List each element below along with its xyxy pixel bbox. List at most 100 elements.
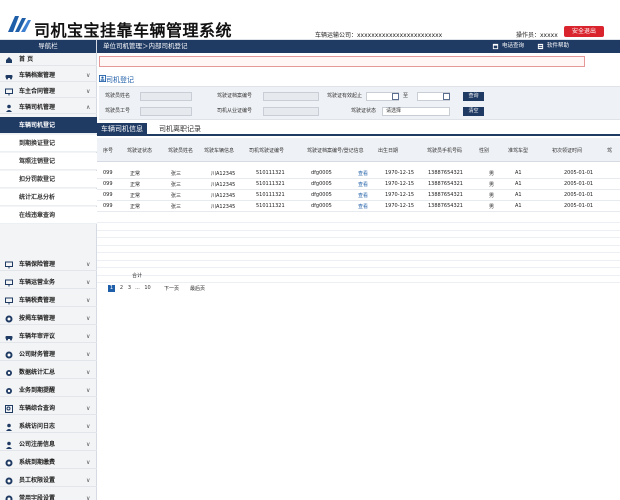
driver-name-input[interactable] bbox=[140, 92, 192, 101]
view-link[interactable]: 查看 bbox=[358, 192, 368, 199]
sidebar-item[interactable]: 车辆档案管理 ∨ bbox=[0, 69, 97, 82]
table-cell: dfg0005 bbox=[311, 192, 332, 198]
circle-icon bbox=[5, 315, 13, 323]
sidebar-item[interactable]: 首 页 bbox=[0, 53, 97, 66]
calendar-icon[interactable] bbox=[443, 93, 450, 100]
sidebar-item[interactable]: 公司注册信息 ∨ bbox=[0, 438, 97, 451]
table-row[interactable]: 099 正常 张三 川A12345 510111321 dfg0005 查看 1970-12-… bbox=[97, 168, 620, 179]
sidebar-item[interactable]: 车辆保险管理 ∨ bbox=[0, 258, 97, 271]
license-no-input[interactable] bbox=[263, 92, 319, 101]
chevron-icon: ∨ bbox=[86, 477, 91, 484]
sidebar-item-label: 数据统计汇总 bbox=[19, 369, 56, 376]
sidebar-subitem[interactable]: 驾照注销登记 bbox=[0, 153, 97, 170]
last-page-link[interactable]: 最后页 bbox=[190, 285, 205, 293]
table-cell: 13887654321 bbox=[428, 203, 463, 209]
tab-driver-info[interactable]: 车辆司机信息 bbox=[97, 123, 147, 136]
table-cell: dfg0005 bbox=[311, 170, 332, 176]
page-number[interactable]: 2 bbox=[118, 285, 125, 292]
table-cell: A1 bbox=[515, 203, 522, 209]
tab-resignation-records[interactable]: 司机离职记录 bbox=[155, 123, 205, 136]
column-header[interactable]: 驾驶员手机号码 bbox=[427, 147, 462, 154]
app-header: 司机宝宝挂靠车辆管理系统 车辆运输公司：xxxxxxxxxxxxxxxxxxxx… bbox=[0, 0, 620, 40]
sidebar-item[interactable]: 数据统计汇总 ∨ bbox=[0, 366, 97, 379]
clear-button[interactable]: 清空 bbox=[463, 107, 484, 116]
table-cell: 男 bbox=[489, 204, 495, 210]
circle-icon bbox=[5, 495, 13, 500]
sidebar-item[interactable]: 车辆税费管理 ∨ bbox=[0, 294, 97, 307]
table-cell: 川A12345 bbox=[211, 204, 236, 210]
sidebar-subitem[interactable]: 扣分罚款登记 bbox=[0, 171, 97, 188]
page-number[interactable]: 1 bbox=[108, 285, 115, 292]
sidebar-item[interactable]: 公司财务管理 ∨ bbox=[0, 348, 97, 361]
sidebar-subitem[interactable]: 在线违章查询 bbox=[0, 207, 97, 224]
chevron-icon: ∨ bbox=[86, 369, 91, 376]
column-header[interactable]: 司机驾驶证编号 bbox=[249, 147, 284, 154]
view-link[interactable]: 查看 bbox=[358, 181, 368, 188]
column-header[interactable]: 初次领证时间 bbox=[552, 147, 582, 154]
person-icon bbox=[6, 441, 12, 449]
table-row[interactable]: 099 正常 张三 川A12345 510111321 dfg0005 查看 1970-12-… bbox=[97, 201, 620, 212]
chevron-icon: ∨ bbox=[86, 333, 91, 340]
table-cell: 正常 bbox=[130, 193, 141, 199]
help-button[interactable]: 软件帮助 bbox=[547, 40, 569, 53]
column-header[interactable]: 驾驶证档案编号/登记信息 bbox=[307, 147, 364, 154]
column-header[interactable]: 序号 bbox=[103, 147, 113, 154]
column-header[interactable]: 驾驶车辆信息 bbox=[204, 147, 234, 154]
sidebar: 导航栏 首 页车辆档案管理 ∨ 车主合同管理 ∨ 车辆司机管理 ∧ 车辆司机登记 到期换证登… bbox=[0, 40, 97, 500]
sidebar-item-label: 系统到期缴费 bbox=[19, 459, 56, 466]
chevron-icon: ∨ bbox=[86, 423, 91, 430]
chevron-icon: ∨ bbox=[86, 387, 91, 394]
license-status-select[interactable]: 请选择 bbox=[382, 107, 450, 116]
next-page-link[interactable]: 下一页 bbox=[164, 285, 179, 293]
table-cell: 510111321 bbox=[256, 181, 285, 187]
sidebar-item-label: 首 页 bbox=[19, 56, 34, 63]
sidebar-item[interactable]: 车辆综合查询 ∨ bbox=[0, 402, 97, 415]
view-link[interactable]: 查看 bbox=[358, 203, 368, 210]
date-separator: 至 bbox=[403, 93, 409, 99]
table-row[interactable]: 099 正常 张三 川A12345 510111321 dfg0005 查看 1970-12-… bbox=[97, 190, 620, 201]
search-icon bbox=[5, 405, 13, 413]
view-link[interactable]: 查看 bbox=[358, 170, 368, 177]
sidebar-subitem[interactable]: 车辆司机登记 bbox=[0, 117, 97, 134]
sidebar-item-label: 常用字段设置 bbox=[19, 495, 56, 500]
sidebar-item[interactable]: 车辆运营业务 ∨ bbox=[0, 276, 97, 289]
phone-query-button[interactable]: 电话查询 bbox=[502, 40, 524, 53]
calendar-icon[interactable] bbox=[392, 93, 399, 100]
column-header[interactable]: 驾驶证状态 bbox=[127, 147, 152, 154]
sidebar-item-label: 员工权限设置 bbox=[19, 477, 56, 484]
column-header[interactable]: 出生日期 bbox=[378, 147, 398, 154]
sidebar-item[interactable]: 业务到期提醒 ∨ bbox=[0, 384, 97, 397]
sidebar-item[interactable]: 车辆司机管理 ∧ bbox=[0, 101, 97, 114]
sidebar-item-label: 车辆档案管理 bbox=[19, 72, 56, 79]
page-number[interactable]: ... bbox=[134, 285, 141, 292]
query-button[interactable]: 查询 bbox=[463, 92, 484, 101]
sidebar-subitem[interactable]: 到期换证登记 bbox=[0, 135, 97, 152]
car-icon bbox=[5, 336, 13, 341]
driver-no-input[interactable] bbox=[140, 107, 192, 116]
sidebar-item[interactable]: 常用字段设置 ∨ bbox=[0, 492, 97, 500]
job-cert-input[interactable] bbox=[263, 107, 319, 116]
table-cell: 099 bbox=[103, 181, 113, 187]
logout-button[interactable]: 安全退出 bbox=[564, 26, 604, 37]
sidebar-subitem[interactable]: 统计汇总分析 bbox=[0, 189, 97, 206]
driver-no-label: 驾驶员工号 bbox=[105, 108, 131, 114]
page-number[interactable]: 3 bbox=[126, 285, 133, 292]
column-header[interactable]: 驾 bbox=[607, 147, 612, 154]
sidebar-item[interactable]: 按揭车辆管理 ∨ bbox=[0, 312, 97, 325]
driver-table: 序号 驾驶证状态 驾驶员姓名 驾驶车辆信息 司机驾驶证编号 驾驶证档案编号/登记信息 出生日… bbox=[97, 138, 620, 286]
monitor-icon bbox=[5, 88, 13, 96]
sidebar-item[interactable]: 车主合同管理 ∨ bbox=[0, 85, 97, 98]
column-header[interactable]: 准驾车型 bbox=[508, 147, 528, 154]
person-icon bbox=[6, 423, 12, 431]
sidebar-item[interactable]: 员工权限设置 ∨ bbox=[0, 474, 97, 487]
sidebar-item[interactable]: 系统到期缴费 ∨ bbox=[0, 456, 97, 469]
sidebar-item-label: 业务到期提醒 bbox=[19, 387, 56, 394]
sidebar-item[interactable]: 车辆年审评议 ∨ bbox=[0, 330, 97, 343]
column-header[interactable]: 性别 bbox=[479, 147, 489, 154]
table-row[interactable]: 099 正常 张三 川A12345 510111321 dfg0005 查看 1970-12-… bbox=[97, 179, 620, 190]
sidebar-item[interactable]: 系统访问日志 ∨ bbox=[0, 420, 97, 433]
section-title: 司机登记 bbox=[106, 76, 134, 84]
table-cell: A1 bbox=[515, 170, 522, 176]
column-header[interactable]: 驾驶员姓名 bbox=[168, 147, 193, 154]
page-number[interactable]: 10 bbox=[144, 285, 151, 292]
